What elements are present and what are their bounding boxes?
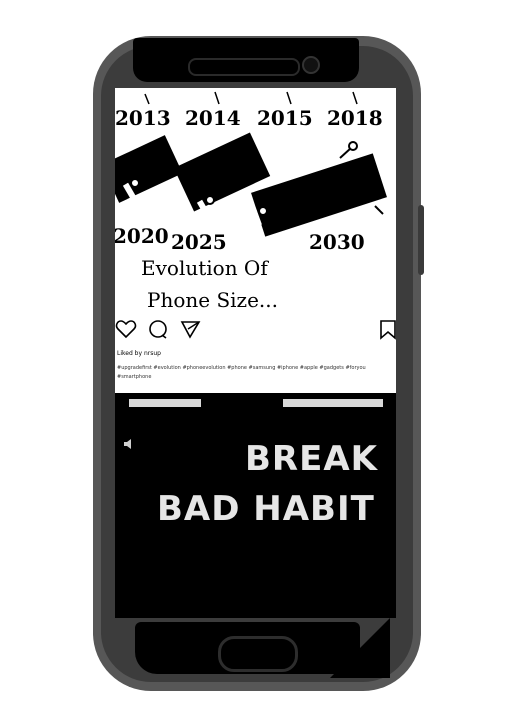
year-label: 2025 xyxy=(171,230,227,254)
speaker-icon[interactable] xyxy=(123,437,135,451)
corner-shade xyxy=(330,618,390,678)
post-image[interactable]: 2013 2014 2015 2018 2020 2025 2030 Evolu… xyxy=(115,88,396,408)
bookmark-icon[interactable] xyxy=(377,318,396,340)
home-button[interactable] xyxy=(218,636,298,672)
image-caption-line2: Phone Size... xyxy=(147,288,278,312)
image-caption-line1: Evolution Of xyxy=(141,256,268,280)
year-label: 2020 xyxy=(115,224,169,248)
post-actions xyxy=(115,318,396,344)
reel-header-right xyxy=(283,399,383,407)
phone-screen: 2013 2014 2015 2018 2020 2025 2030 Evolu… xyxy=(115,88,396,618)
share-icon[interactable] xyxy=(179,318,201,340)
side-power-button[interactable] xyxy=(418,205,424,275)
phones-illustration xyxy=(115,91,387,237)
reel-video[interactable]: BREAK BAD HABIT xyxy=(115,393,396,618)
heart-icon[interactable] xyxy=(115,318,137,340)
reel-text-line1: BREAK xyxy=(245,439,378,479)
liked-by-text[interactable]: Liked by nrsup xyxy=(117,350,161,357)
year-label: 2030 xyxy=(309,230,365,254)
comment-icon[interactable] xyxy=(147,318,169,340)
reel-header-left xyxy=(129,399,201,407)
reel-text-line2: BAD HABIT xyxy=(157,489,375,529)
front-camera xyxy=(302,56,320,74)
post-hashtags[interactable]: #upgradefirst #evolution #phoneevolution… xyxy=(117,364,395,382)
earpiece-speaker xyxy=(188,58,300,76)
